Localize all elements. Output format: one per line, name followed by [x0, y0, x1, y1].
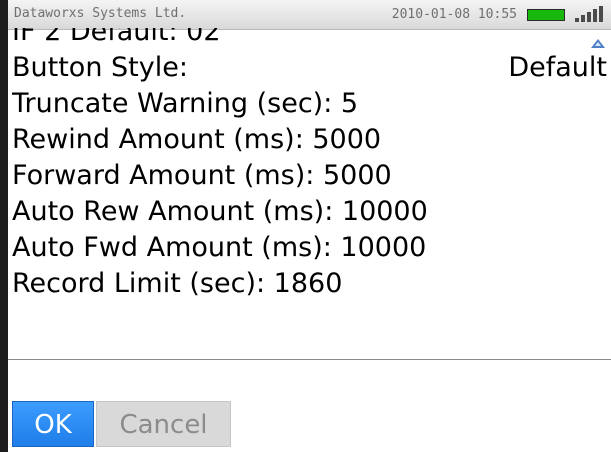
- setting-row-record-limit[interactable]: Record Limit (sec): 1860: [12, 266, 607, 302]
- setting-label: Auto Fwd Amount (ms): 10000: [12, 232, 427, 263]
- button-style-value[interactable]: Default: [508, 50, 607, 86]
- footer-divider: [8, 359, 611, 360]
- setting-row-auto-fwd-amount[interactable]: Auto Fwd Amount (ms): 10000: [12, 230, 607, 266]
- carrier-name: Dataworxs Systems Ltd.: [14, 6, 187, 21]
- device-screen: Dataworxs Systems Ltd. 2010-01-08 10:55 …: [0, 0, 611, 452]
- setting-row-button-style[interactable]: Button Style: Default: [12, 50, 607, 86]
- battery-icon: [527, 9, 565, 21]
- datetime-label: 2010-01-08 10:55: [391, 6, 517, 22]
- screen-left-rail: [0, 0, 8, 452]
- setting-row-auto-rew-amount[interactable]: Auto Rew Amount (ms): 10000: [12, 194, 607, 230]
- setting-label: Forward Amount (ms): 5000: [12, 160, 392, 191]
- setting-row-rewind-amount[interactable]: Rewind Amount (ms): 5000: [12, 122, 607, 158]
- cancel-button[interactable]: Cancel: [96, 401, 231, 447]
- signal-bars-icon: [575, 6, 603, 22]
- setting-label: Record Limit (sec): 1860: [12, 268, 343, 299]
- status-bar: Dataworxs Systems Ltd. 2010-01-08 10:55: [8, 0, 611, 30]
- setting-row-if2-default[interactable]: IF 2 Default: 02: [12, 28, 607, 50]
- settings-list: IF 2 Default: 02 Button Style: Default T…: [12, 28, 607, 358]
- setting-label: Rewind Amount (ms): 5000: [12, 124, 382, 155]
- ok-button[interactable]: OK: [12, 401, 94, 447]
- setting-label: Auto Rew Amount (ms): 10000: [12, 196, 428, 227]
- setting-row-truncate-warning[interactable]: Truncate Warning (sec): 5: [12, 86, 607, 122]
- setting-label: Button Style:: [12, 52, 188, 83]
- status-right-group: 2010-01-08 10:55: [392, 6, 603, 22]
- setting-label: IF 2 Default: 02: [12, 28, 221, 47]
- setting-label: Truncate Warning (sec): 5: [12, 88, 359, 119]
- setting-row-forward-amount[interactable]: Forward Amount (ms): 5000: [12, 158, 607, 194]
